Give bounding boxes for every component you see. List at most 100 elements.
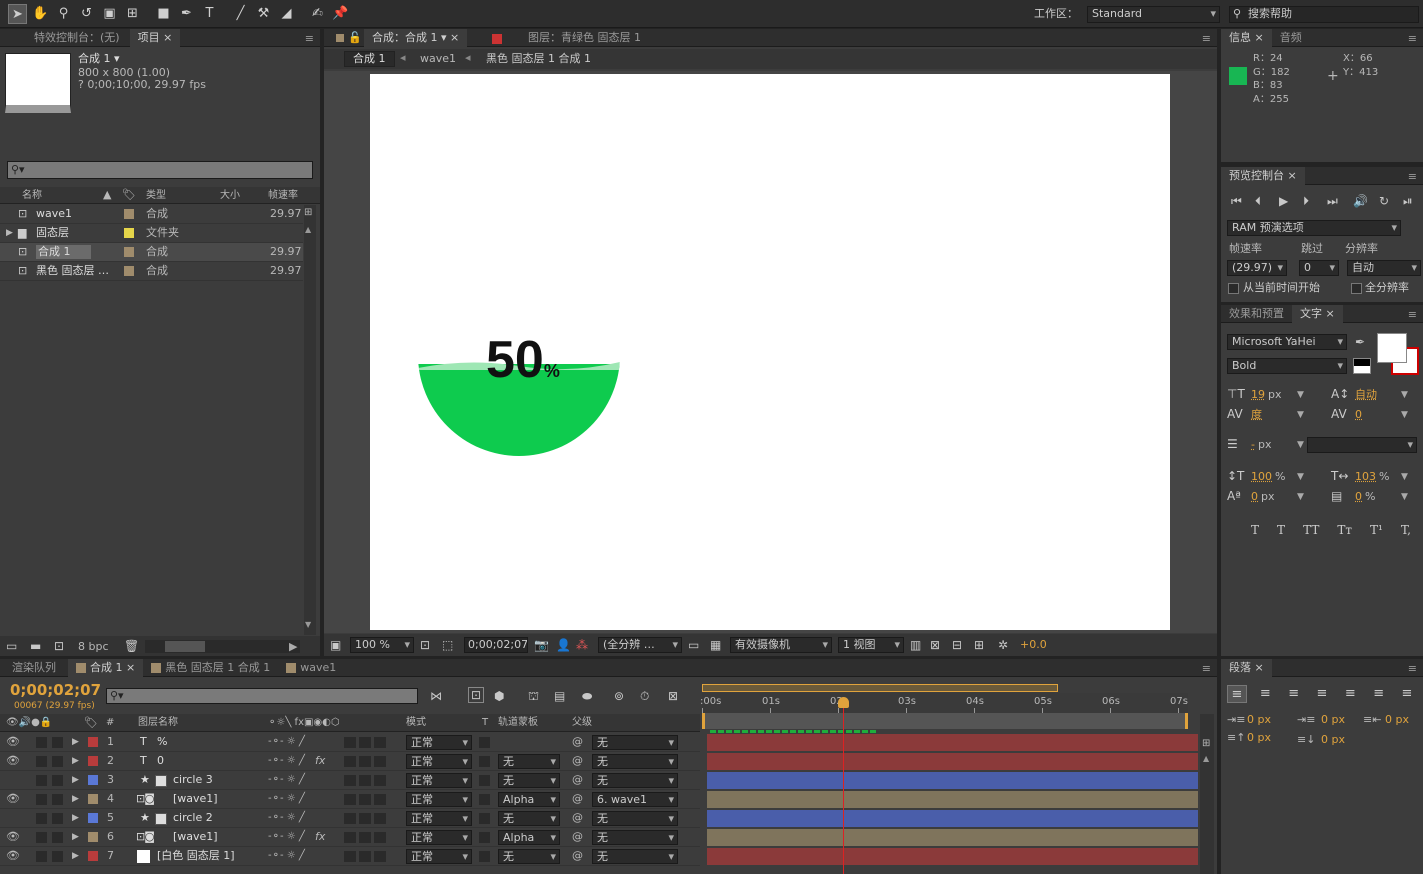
previous-frame-icon[interactable]: ⏴ <box>1255 194 1261 208</box>
preserve-transparency-toggle[interactable] <box>479 851 490 862</box>
blend-mode-select[interactable]: 正常 <box>406 735 472 750</box>
tab-black-solid-timeline[interactable]: 黑色 固态层 1 合成 1 <box>143 659 278 677</box>
column-name[interactable]: 名称 <box>22 189 42 203</box>
play-icon[interactable]: ▶ <box>1279 194 1288 208</box>
region-of-interest-icon[interactable]: ▭ <box>688 638 699 652</box>
hide-shy-icon[interactable]: ⬢ <box>494 689 504 703</box>
layer-label-swatch[interactable] <box>88 775 98 785</box>
tab-wave1-timeline[interactable]: wave1 <box>278 659 344 677</box>
dependency-icon[interactable]: ⊞ <box>304 207 316 221</box>
timeline-search-input[interactable]: ⚲▾ <box>106 688 418 704</box>
panel-menu-icon[interactable]: ≡ <box>1408 170 1417 183</box>
black-white-swatch[interactable] <box>1353 358 1371 374</box>
font-family-select[interactable]: Microsoft YaHei <box>1227 334 1347 350</box>
layer-duration-bar[interactable] <box>707 810 1198 827</box>
layer-duration-bar[interactable] <box>707 734 1198 751</box>
auto-keyframe-icon[interactable]: ⊚ <box>614 689 624 703</box>
expand-arrow-icon[interactable]: ▶ <box>72 849 79 863</box>
puppet-pin-tool-icon[interactable]: 📌 <box>331 4 350 24</box>
eyedropper-icon[interactable]: ✒ <box>1355 335 1365 349</box>
comp-mini-flowchart-icon[interactable]: ⋈ <box>430 689 442 703</box>
align-center-icon[interactable]: ≡ <box>1255 685 1275 703</box>
text-tool-icon[interactable]: T <box>200 4 219 24</box>
column-size[interactable]: 大小 <box>220 189 240 203</box>
lock-toggle[interactable] <box>52 794 63 805</box>
switch-box[interactable] <box>344 813 388 824</box>
loop-icon[interactable]: ↻ <box>1379 194 1389 208</box>
fill-color-swatch[interactable] <box>1377 333 1407 363</box>
timeline-layer-row[interactable]: 👁 ▶ 1 T% -⚬- ☼ ╱ 正常 @ 无 <box>0 733 700 752</box>
expand-arrow-icon[interactable]: ▶ <box>72 792 79 806</box>
blend-mode-select[interactable]: 正常 <box>406 830 472 845</box>
timeline-layer-row[interactable]: 👁 ▶ 2 T0 -⚬- ☼ ╱ fx 正常 无 @ 无 <box>0 752 700 771</box>
help-search-input[interactable]: ⚲ 搜索帮助 <box>1229 6 1419 23</box>
layer-label-swatch[interactable] <box>88 813 98 823</box>
roto-brush-tool-icon[interactable]: ✍ <box>308 4 327 24</box>
skip-select[interactable]: 0 <box>1299 260 1339 276</box>
solo-toggle[interactable] <box>36 832 47 843</box>
column-type[interactable]: 类型 <box>146 189 166 203</box>
switch-box[interactable] <box>344 737 388 748</box>
text-style-button[interactable]: T <box>1277 523 1285 541</box>
bpc-indicator[interactable]: 8 bpc <box>78 640 109 654</box>
timeline-scrollbar[interactable]: ⊞ ▲ <box>1200 714 1214 874</box>
draft-3d-icon[interactable]: ⊡ <box>468 687 485 703</box>
project-hscroll[interactable] <box>145 640 300 653</box>
pick-whip-icon[interactable]: @ <box>572 792 583 806</box>
indent-left-value[interactable]: 0 px <box>1247 713 1271 727</box>
item-name[interactable]: 合成 1 ▾ <box>78 52 120 66</box>
expand-arrow-icon[interactable]: ▶ <box>6 226 13 240</box>
layer-duration-bar[interactable] <box>707 753 1198 770</box>
eye-icon[interactable]: 👁 <box>6 830 20 844</box>
tab-layer-viewer[interactable]: 图层：青绿色 固态层 1 <box>520 29 649 47</box>
brainstorm-icon[interactable]: ⬬ <box>582 689 592 703</box>
justify-all-icon[interactable]: ≡ <box>1397 685 1417 703</box>
solo-toggle[interactable] <box>36 794 47 805</box>
layer-switches[interactable]: -⚬- ☼ ╱ <box>268 849 305 863</box>
workspace-select[interactable]: Standard <box>1087 6 1220 23</box>
preserve-transparency-toggle[interactable] <box>479 813 490 824</box>
pick-whip-icon[interactable]: @ <box>572 773 583 787</box>
preserve-transparency-toggle[interactable] <box>479 794 490 805</box>
show-snapshot-icon[interactable]: 👤 <box>556 638 571 652</box>
expand-arrow-icon[interactable]: ▶ <box>72 735 79 749</box>
audio-icon[interactable]: 🔊 <box>1353 194 1368 208</box>
parent-select[interactable]: 无 <box>592 849 678 864</box>
dropdown-arrow-icon[interactable]: ▼ <box>1297 438 1304 452</box>
clone-stamp-tool-icon[interactable]: ⚒ <box>254 4 273 24</box>
pen-tool-icon[interactable]: ✒ <box>177 4 196 24</box>
preserve-transparency-toggle[interactable] <box>479 775 490 786</box>
breadcrumb-wave1[interactable]: wave1 <box>420 52 456 66</box>
timeline-icon[interactable]: ⊟ <box>952 638 962 652</box>
camera-tool-icon[interactable]: ▣ <box>100 4 119 24</box>
breadcrumb-comp1[interactable]: 合成 1 <box>344 51 395 67</box>
parent-select[interactable]: 无 <box>592 773 678 788</box>
work-area-bar[interactable] <box>702 713 1188 729</box>
current-time-display[interactable]: 0;00;02;07 <box>464 637 528 653</box>
from-current-checkbox[interactable] <box>1228 283 1239 294</box>
timeline-layer-row[interactable]: ▶ 5 ★ circle 2 -⚬- ☼ ╱ 正常 无 @ 无 <box>0 809 700 828</box>
playhead[interactable] <box>838 697 849 874</box>
rotate-tool-icon[interactable]: ↺ <box>77 4 96 24</box>
selection-tool-icon[interactable]: ➤ <box>8 4 27 24</box>
lock-toggle[interactable] <box>52 832 63 843</box>
justify-right-icon[interactable]: ≡ <box>1369 685 1389 703</box>
sort-icon[interactable]: ▲ <box>103 188 111 202</box>
project-item[interactable]: ▶ ▆ 固态层 文件夹 <box>0 224 303 243</box>
rectangle-tool-icon[interactable]: ■ <box>154 4 173 24</box>
track-matte-select[interactable]: 无 <box>498 849 560 864</box>
camera-select[interactable]: 有效摄像机 <box>730 637 832 653</box>
fast-preview-icon[interactable]: ⊠ <box>930 638 940 652</box>
tracking-field[interactable]: 0 <box>1355 408 1362 422</box>
lock-toggle[interactable] <box>52 775 63 786</box>
layer-label-swatch[interactable] <box>88 794 98 804</box>
ram-preview-options-select[interactable]: RAM 预演选项 <box>1227 220 1401 236</box>
track-matte-select[interactable]: 无 <box>498 773 560 788</box>
time-navigator[interactable] <box>702 684 1058 692</box>
tab-paragraph[interactable]: 段落 × <box>1221 659 1272 677</box>
dropdown-arrow-icon[interactable]: ▼ <box>1297 470 1304 484</box>
label-color-swatch[interactable] <box>124 228 134 238</box>
toggle-pixel-aspect-icon[interactable]: ▥ <box>910 638 921 652</box>
blend-mode-select[interactable]: 正常 <box>406 792 472 807</box>
expand-arrow-icon[interactable]: ▶ <box>72 830 79 844</box>
